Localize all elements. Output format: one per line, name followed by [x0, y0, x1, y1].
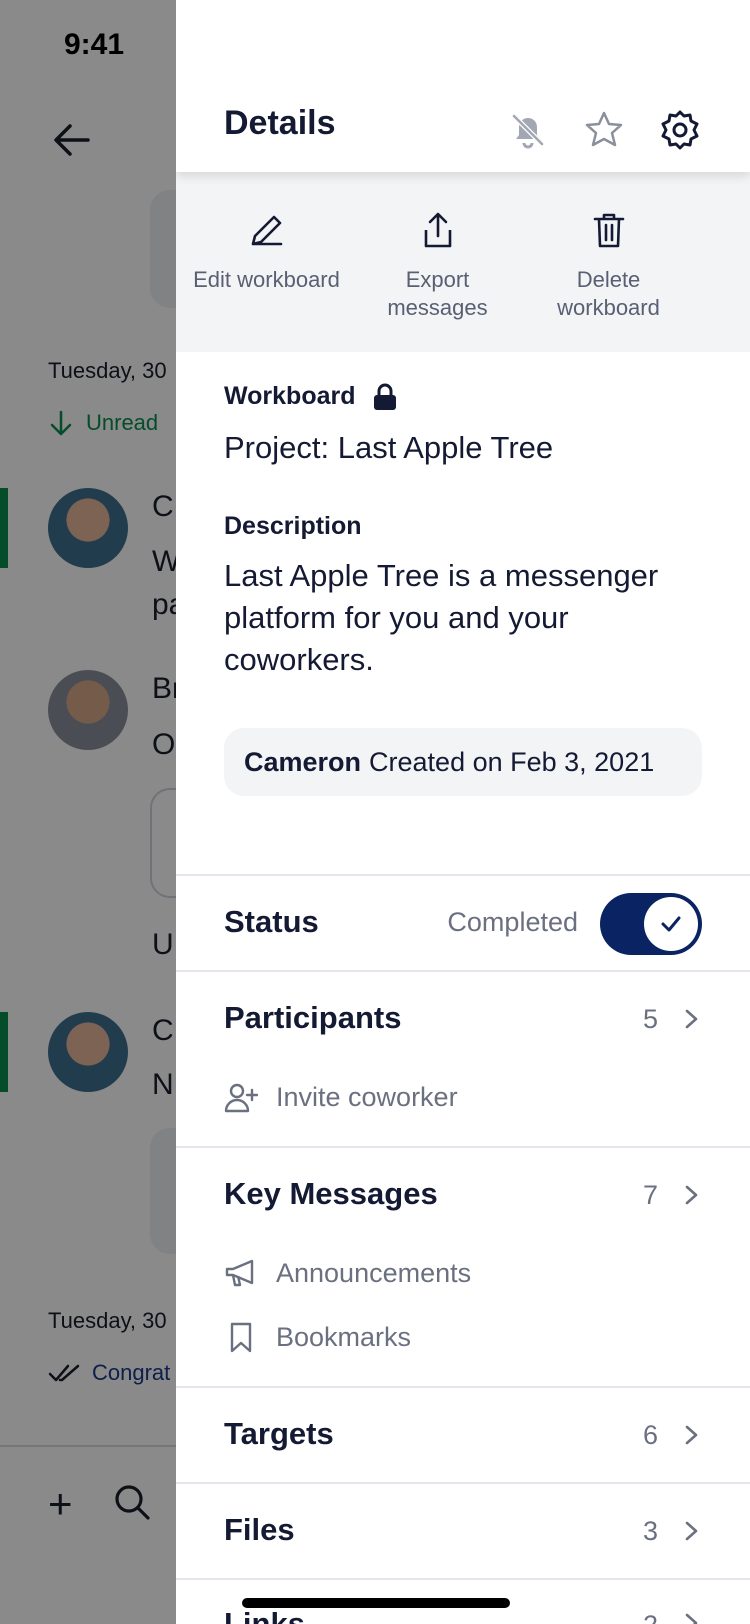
invite-label: Invite coworker: [276, 1081, 458, 1112]
pencil-icon: [251, 215, 282, 246]
action-label: Export messages: [387, 267, 488, 320]
megaphone-icon: [225, 1259, 254, 1287]
chevron-right-icon[interactable]: [680, 1520, 702, 1542]
chevron-right-icon[interactable]: [680, 1184, 702, 1206]
bookmarks-item[interactable]: Bookmarks: [224, 1320, 411, 1354]
divider: [176, 1578, 750, 1580]
share-icon: [424, 212, 451, 248]
export-messages-button[interactable]: Export messages: [347, 172, 518, 352]
action-label: Delete workboard: [557, 267, 660, 320]
files-label[interactable]: Files: [224, 1512, 295, 1548]
workboard-name: Project: Last Apple Tree: [224, 430, 554, 465]
toggle-knob: [644, 897, 698, 951]
announcements-label: Announcements: [276, 1257, 472, 1288]
key-messages-count: 7: [642, 1180, 658, 1210]
action-label: Edit workboard: [193, 267, 340, 292]
invite-coworker-button[interactable]: Invite coworker: [224, 1080, 458, 1114]
participants-count: 5: [642, 1004, 658, 1034]
bell-off-icon[interactable]: [506, 108, 550, 152]
bookmark-icon: [230, 1322, 252, 1353]
targets-label[interactable]: Targets: [224, 1416, 334, 1452]
files-count: 3: [642, 1516, 658, 1546]
details-drawer: Details Edit workboard Export messages D…: [176, 0, 750, 1624]
divider: [176, 1482, 750, 1484]
home-indicator: [242, 1598, 510, 1608]
check-icon: [661, 916, 681, 932]
bookmarks-label: Bookmarks: [276, 1321, 412, 1352]
description-label: Description: [224, 512, 362, 540]
announcements-item[interactable]: Announcements: [224, 1256, 471, 1290]
key-messages-label[interactable]: Key Messages: [224, 1176, 438, 1212]
star-icon[interactable]: [582, 108, 626, 152]
drawer-header: Details: [176, 0, 750, 172]
lock-icon: [373, 383, 396, 410]
status-label: Status: [224, 904, 319, 939]
page-title: Details: [224, 104, 336, 142]
chevron-right-icon[interactable]: [680, 1424, 702, 1446]
created-info: Cameron Created on Feb 3, 2021: [224, 728, 702, 796]
created-date: Created on Feb 3, 2021: [369, 746, 655, 777]
description-text: Last Apple Tree is a messenger platform …: [224, 558, 659, 677]
divider: [176, 1146, 750, 1148]
workboard-section-label: Workboard: [224, 382, 398, 411]
links-count: 2: [643, 1610, 658, 1624]
creator-name: Cameron: [244, 746, 362, 777]
quick-actions: Edit workboard Export messages Delete wo…: [176, 172, 750, 352]
divider: [176, 874, 750, 876]
gear-icon[interactable]: [658, 108, 702, 152]
participants-label[interactable]: Participants: [224, 1000, 401, 1036]
delete-workboard-button[interactable]: Delete workboard: [518, 172, 689, 352]
add-user-icon: [224, 1083, 258, 1113]
chevron-right-icon[interactable]: [680, 1612, 702, 1624]
targets-count: 6: [642, 1420, 658, 1450]
status-value: Completed: [447, 907, 578, 937]
chevron-right-icon[interactable]: [680, 1008, 702, 1030]
workboard-label: Workboard: [224, 382, 356, 410]
divider: [176, 970, 750, 972]
links-label[interactable]: Links: [224, 1606, 305, 1624]
divider: [176, 1386, 750, 1388]
status-toggle[interactable]: [600, 893, 702, 955]
trash-icon: [593, 213, 624, 248]
edit-workboard-button[interactable]: Edit workboard: [176, 172, 347, 352]
